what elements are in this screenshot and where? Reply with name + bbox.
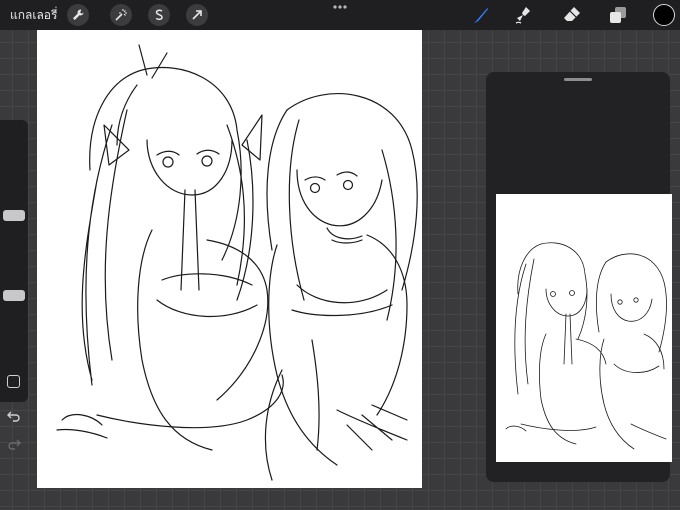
selection-icon[interactable] [148,4,170,26]
reference-thumbnail [496,194,672,462]
sketch-artwork [56,44,418,481]
top-toolbar: แกลเลอรี่ [0,0,680,30]
reference-panel[interactable] [486,72,672,482]
brush-icon[interactable] [470,4,492,26]
wrench-icon[interactable] [67,4,89,26]
magic-wand-icon[interactable] [110,4,132,26]
color-picker-swatch[interactable] [653,4,675,26]
undo-icon[interactable] [7,410,21,422]
smudge-icon[interactable] [513,4,535,26]
drawing-canvas[interactable] [37,30,422,488]
modify-button[interactable] [7,375,20,388]
layers-icon[interactable] [607,4,629,26]
reference-panel-handle[interactable] [564,78,592,81]
transform-arrow-icon[interactable] [186,4,208,26]
redo-icon[interactable] [7,438,21,450]
brush-size-slider[interactable] [3,210,25,221]
eraser-icon[interactable] [561,4,583,26]
gallery-button[interactable]: แกลเลอรี่ [10,7,57,23]
reference-sketch [505,242,667,450]
brush-sidebar [0,120,28,450]
more-options-icon[interactable] [332,4,348,10]
opacity-slider[interactable] [3,290,25,301]
